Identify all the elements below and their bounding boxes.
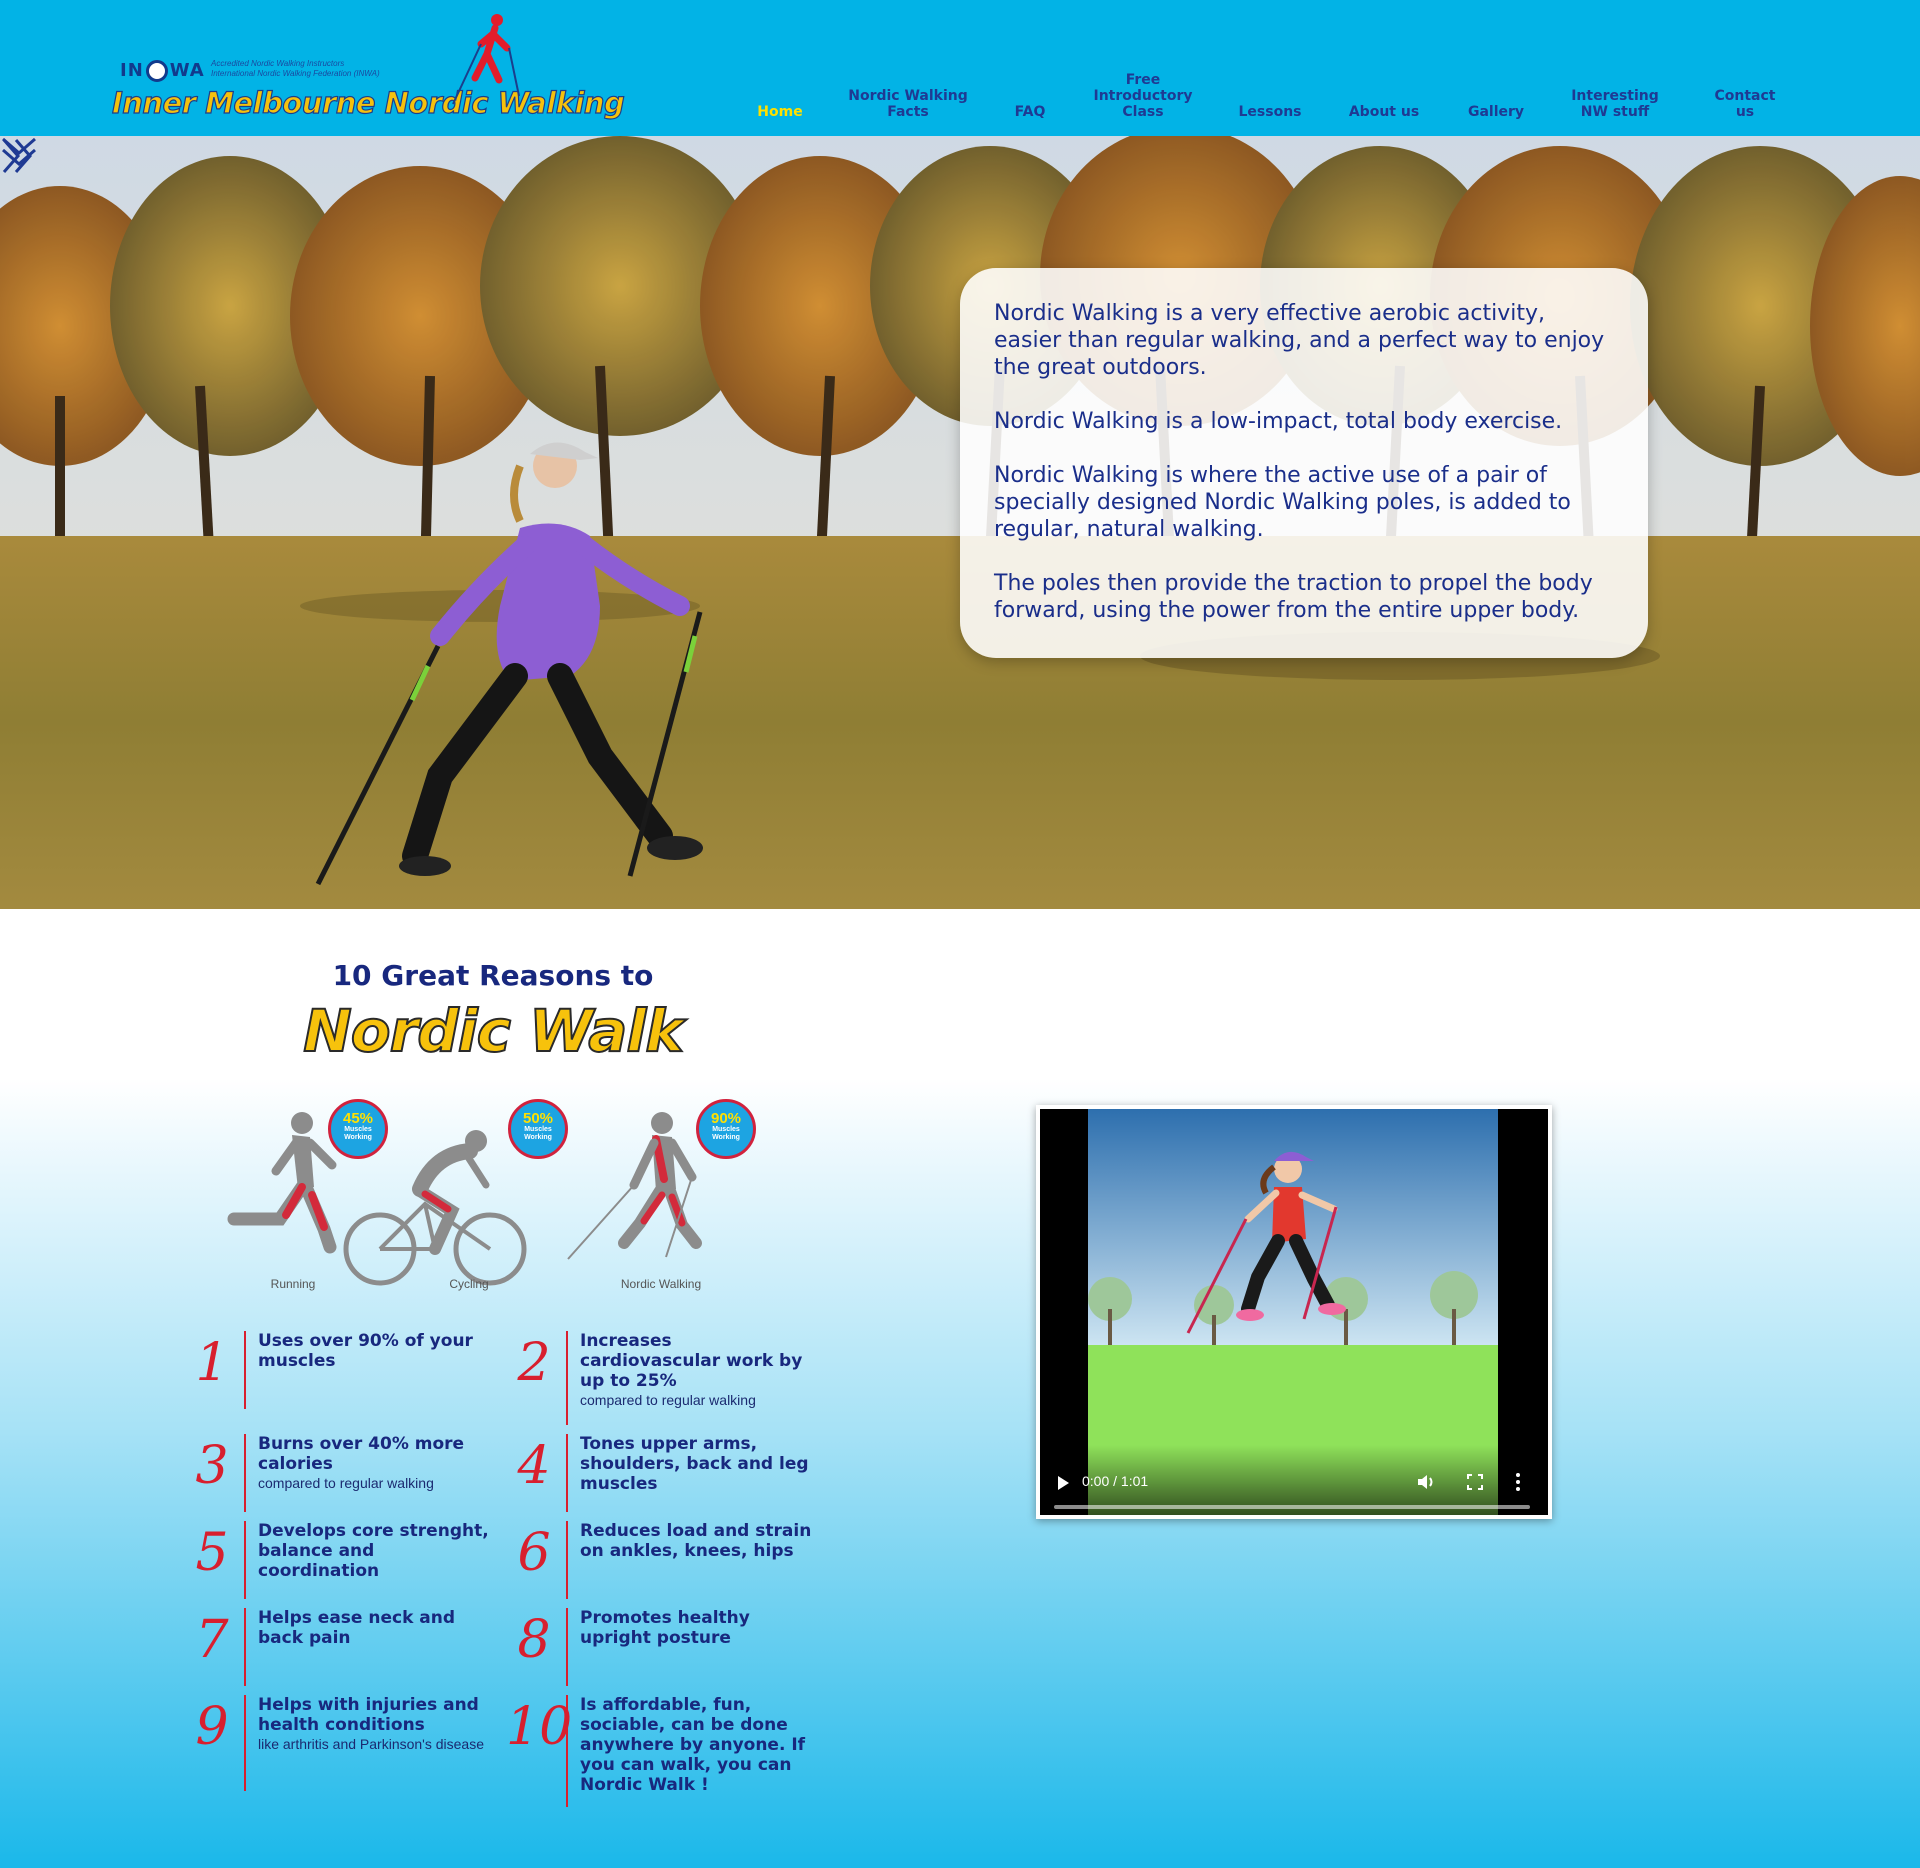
reason-number: 5 (195, 1523, 229, 1583)
reason-number: 1 (195, 1333, 229, 1393)
reason-number: 7 (195, 1610, 229, 1670)
reason-divider (566, 1434, 568, 1512)
reason-divider (244, 1331, 246, 1409)
reason-title: Helps with injuries and health condition… (258, 1695, 479, 1735)
nordic-walking-muscles-badge: 90% Muscles Working (696, 1099, 756, 1159)
main-nav: Home Nordic Walking Facts FAQ Free Intro… (740, 70, 1820, 126)
sports-comparison-graphic: 45% Muscles Working 50% Muscles Working … (220, 1099, 780, 1299)
reason-divider (566, 1521, 568, 1599)
nav-nordic-walking-facts[interactable]: Nordic Walking Facts (848, 88, 968, 120)
double-chevron-down-icon[interactable] (0, 136, 38, 168)
hero-info-card: Nordic Walking is a very effective aerob… (960, 268, 1648, 658)
nav-home[interactable]: Home (757, 104, 802, 120)
cycling-caption: Cycling (449, 1277, 489, 1291)
video-controls: 0:00 / 1:01 (1040, 1445, 1548, 1515)
reason-number: 10 (506, 1697, 573, 1757)
reasons-section: 10 Great Reasons to Nordic Walk 45% Musc… (0, 909, 1920, 1868)
reason-number: 3 (195, 1436, 229, 1496)
hero-paragraph-3: Nordic Walking is where the active use o… (994, 463, 1571, 542)
running-percent: 45% (342, 1110, 374, 1127)
play-icon[interactable] (1056, 1475, 1070, 1491)
nav-lessons[interactable]: Lessons (1239, 104, 1302, 120)
inwa-badge: IN WA (120, 60, 205, 82)
nav-faq[interactable]: FAQ (1015, 104, 1046, 120)
nordic-walking-badge-label: Muscles Working (712, 1126, 740, 1141)
reason-divider (244, 1608, 246, 1686)
reason-number: 9 (195, 1697, 229, 1757)
nav-gallery[interactable]: Gallery (1468, 104, 1524, 120)
reason-divider (566, 1608, 568, 1686)
fullscreen-icon[interactable] (1466, 1473, 1484, 1491)
reason-number: 6 (517, 1523, 551, 1583)
site-logo[interactable]: IN WA Accredited Nordic Walking Instructo… (108, 8, 625, 128)
cycling-muscles-badge: 50% Muscles Working (508, 1099, 568, 1159)
running-muscles-badge: 45% Muscles Working (328, 1099, 388, 1159)
hero-paragraph-2: Nordic Walking is a low-impact, total bo… (994, 409, 1563, 434)
reason-title: Increases cardiovascular work by up to 2… (580, 1331, 803, 1391)
reason-title: Develops core strenght, balance and coor… (258, 1521, 489, 1581)
reasons-heading: 10 Great Reasons to (332, 959, 654, 992)
reason-subtext: like arthritis and Parkinson's disease (258, 1736, 485, 1752)
cycling-badge-label: Muscles Working (524, 1126, 552, 1141)
video-time: 0:00 / 1:01 (1082, 1473, 1149, 1489)
running-caption: Running (270, 1277, 316, 1291)
reason-title: Is affordable, fun, sociable, can be don… (580, 1695, 806, 1795)
reason-title: Burns over 40% more calories (258, 1434, 465, 1474)
volume-icon[interactable] (1416, 1473, 1436, 1491)
running-badge-label: Muscles Working (344, 1126, 372, 1141)
reason-divider (244, 1695, 246, 1791)
reason-subtext: compared to regular walking (580, 1392, 756, 1408)
site-header: IN WA Accredited Nordic Walking Instructo… (0, 0, 1920, 136)
reason-subtext: compared to regular walking (258, 1475, 434, 1491)
video-progress-bar[interactable] (1054, 1505, 1530, 1509)
nordic-walking-percent: 90% (710, 1110, 742, 1127)
video-player[interactable]: 0:00 / 1:01 (1036, 1105, 1552, 1519)
reason-divider (566, 1695, 568, 1807)
reasons-heading-highlight: Nordic Walk (302, 996, 685, 1066)
reason-divider (244, 1434, 246, 1512)
reason-divider (566, 1331, 568, 1425)
nav-free-introductory-class[interactable]: Free Introductory Class (1093, 72, 1192, 120)
nav-interesting-nw-stuff[interactable]: Interesting NW stuff (1571, 88, 1659, 120)
reason-title: Tones upper arms, shoulders, back and le… (580, 1434, 809, 1494)
reason-divider (244, 1521, 246, 1599)
reason-title: Uses over 90% of your muscles (258, 1331, 473, 1371)
reason-title: Helps ease neck and back pain (258, 1608, 456, 1648)
nav-contact-us[interactable]: Contact us (1708, 88, 1783, 120)
logo-subtitle: Accredited Nordic Walking Instructors In… (211, 59, 380, 78)
nordic-walker-icon (452, 14, 520, 105)
reason-title: Promotes healthy upright posture (580, 1608, 750, 1648)
nav-about-us[interactable]: About us (1349, 104, 1419, 120)
more-options-icon[interactable] (1514, 1472, 1522, 1492)
cycling-percent: 50% (522, 1110, 554, 1127)
reason-number: 2 (517, 1333, 551, 1393)
hero-banner: Nordic Walking is a very effective aerob… (0, 136, 1920, 909)
reason-title: Reduces load and strain on ankles, knees… (580, 1521, 812, 1561)
reason-number: 4 (517, 1436, 551, 1496)
logo-title: Inner Melbourne Nordic Walking (111, 85, 625, 120)
hero-paragraph-1: Nordic Walking is a very effective aerob… (994, 301, 1605, 380)
hero-paragraph-4: The poles then provide the traction to p… (994, 571, 1593, 623)
nordic-walking-caption: Nordic Walking (620, 1277, 702, 1291)
reason-number: 8 (517, 1610, 551, 1670)
